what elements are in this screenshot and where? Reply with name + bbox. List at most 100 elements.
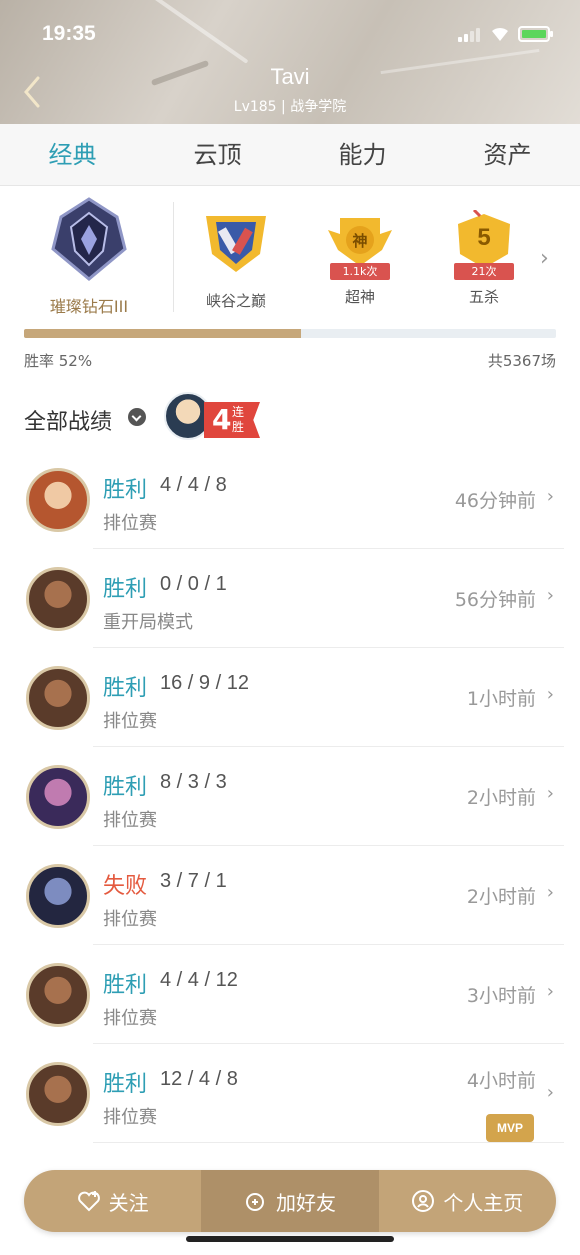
add-friend-button[interactable]: 加好友 [201, 1170, 379, 1232]
match-time: 2小时前 [466, 787, 536, 809]
player-level-server: Lv185 | 战争学院 [233, 99, 347, 115]
match-mode: 排位赛 [103, 909, 157, 930]
match-row[interactable]: 失败 3 / 7 / 1 排位赛 2小时前 › [0, 846, 580, 945]
signal-icon [458, 28, 484, 42]
match-row[interactable]: 胜利 12 / 4 / 8 排位赛 4小时前 › MVP [0, 1044, 580, 1143]
match-time: 2小时前 [466, 886, 536, 908]
badge-label: 超神 [344, 288, 375, 306]
match-kda: 3 / 7 / 1 [160, 870, 227, 892]
battery-icon [518, 26, 553, 42]
profile-header: 19:35 Tavi Lv185 | 战争学院 [0, 0, 580, 124]
champion-avatar [26, 963, 90, 1027]
streak-tag: 4 连胜 [204, 402, 260, 438]
match-time: 46分钟前 [454, 490, 536, 512]
match-mode: 重开局模式 [103, 612, 193, 633]
badge-glyph: 神 [352, 232, 368, 250]
badge-legendary[interactable]: 神 1.1k次 超神 [315, 210, 405, 307]
chevron-right-icon: › [546, 882, 554, 903]
champion-avatar [26, 864, 90, 928]
match-row[interactable]: 胜利 4 / 4 / 12 排位赛 3小时前 › [0, 945, 580, 1044]
match-result: 胜利 [103, 577, 148, 602]
champion-avatar [26, 765, 90, 829]
badge-summit[interactable]: 峡谷之巅 [191, 210, 281, 311]
tab-assets[interactable]: 资产 [435, 124, 580, 185]
chevron-right-icon[interactable]: › [540, 246, 549, 271]
rank-card[interactable]: 璀璨钻石III [24, 195, 154, 316]
mvp-badge: MVP [486, 1114, 534, 1142]
tab-classic[interactable]: 经典 [0, 124, 145, 185]
player-name: Tavi [270, 64, 310, 89]
match-result: 胜利 [103, 676, 148, 701]
match-row[interactable]: 胜利 0 / 0 / 1 重开局模式 56分钟前 › [0, 549, 580, 648]
champion-avatar [26, 666, 90, 730]
add-friend-label: 加好友 [275, 1190, 336, 1215]
follow-label: 关注 [108, 1190, 149, 1215]
match-kda: 16 / 9 / 12 [160, 672, 249, 694]
match-mode: 排位赛 [103, 711, 157, 732]
match-mode: 排位赛 [103, 810, 157, 831]
match-result: 胜利 [103, 478, 148, 503]
win-streak-badge: 4 连胜 [164, 392, 264, 444]
badge-count: 1.1k次 [330, 263, 390, 280]
champion-avatar [26, 1062, 90, 1126]
records-title[interactable]: 全部战绩 [24, 404, 112, 436]
streak-count: 4 [212, 403, 232, 436]
badge-pentakill[interactable]: 5 21次 五杀 [439, 210, 529, 307]
action-bar: 关注 加好友 个人主页 [24, 1170, 556, 1232]
chevron-down-icon[interactable] [128, 408, 146, 426]
chevron-right-icon: › [546, 486, 554, 507]
tab-tft[interactable]: 云顶 [145, 124, 290, 185]
summit-badge-icon [206, 216, 266, 272]
match-result: 胜利 [103, 973, 148, 998]
winrate-text: 胜率 52% [24, 352, 93, 370]
winrate-bar-fill [24, 329, 301, 338]
chevron-right-icon: › [546, 684, 554, 705]
home-indicator [186, 1236, 394, 1242]
champion-avatar [26, 567, 90, 631]
match-time: 3小时前 [466, 985, 536, 1007]
tab-bar: 经典 云顶 能力 资产 [0, 124, 580, 186]
match-result: 失败 [103, 874, 148, 899]
match-time: 56分钟前 [454, 589, 536, 611]
user-icon [412, 1190, 435, 1212]
match-mode: 排位赛 [103, 1107, 157, 1128]
status-time: 19:35 [42, 22, 96, 45]
match-row[interactable]: 胜利 16 / 9 / 12 排位赛 1小时前 › [0, 648, 580, 747]
heart-plus-icon [77, 1191, 100, 1212]
add-friend-icon [245, 1193, 264, 1211]
profile-label: 个人主页 [443, 1190, 524, 1215]
match-mode: 排位赛 [103, 1008, 157, 1029]
champion-avatar [26, 468, 90, 532]
rank-label: 璀璨钻石III [49, 297, 129, 316]
divider [173, 202, 174, 312]
profile-button[interactable]: 个人主页 [379, 1170, 556, 1232]
total-games: 共5367场 [487, 352, 556, 370]
match-kda: 12 / 4 / 8 [160, 1068, 238, 1090]
follow-button[interactable]: 关注 [24, 1170, 201, 1232]
divider [93, 1142, 564, 1143]
match-mode: 排位赛 [103, 513, 157, 534]
badge-label: 五杀 [468, 288, 499, 306]
badge-label: 峡谷之巅 [205, 292, 266, 310]
match-kda: 8 / 3 / 3 [160, 771, 227, 793]
legendary-badge-icon: 神 1.1k次 [326, 210, 394, 280]
badge-count: 21次 [454, 263, 514, 280]
chevron-right-icon: › [546, 783, 554, 804]
diamond-rank-icon [51, 197, 127, 281]
match-time: 1小时前 [466, 688, 536, 710]
tab-ability[interactable]: 能力 [290, 124, 435, 185]
match-row[interactable]: 胜利 4 / 4 / 8 排位赛 46分钟前 › [0, 450, 580, 549]
match-result: 胜利 [103, 775, 148, 800]
winrate-bar [24, 329, 556, 338]
badge-glyph: 5 [477, 224, 491, 251]
match-kda: 4 / 4 / 12 [160, 969, 238, 991]
match-kda: 0 / 0 / 1 [160, 573, 227, 595]
match-time: 4小时前 [466, 1070, 536, 1092]
match-row[interactable]: 胜利 8 / 3 / 3 排位赛 2小时前 › [0, 747, 580, 846]
chevron-right-icon: › [546, 585, 554, 606]
match-kda: 4 / 4 / 8 [160, 474, 227, 496]
chevron-right-icon: › [546, 1082, 554, 1103]
chevron-right-icon: › [546, 981, 554, 1002]
streak-label: 连胜 [232, 405, 245, 434]
wifi-icon [492, 27, 508, 41]
